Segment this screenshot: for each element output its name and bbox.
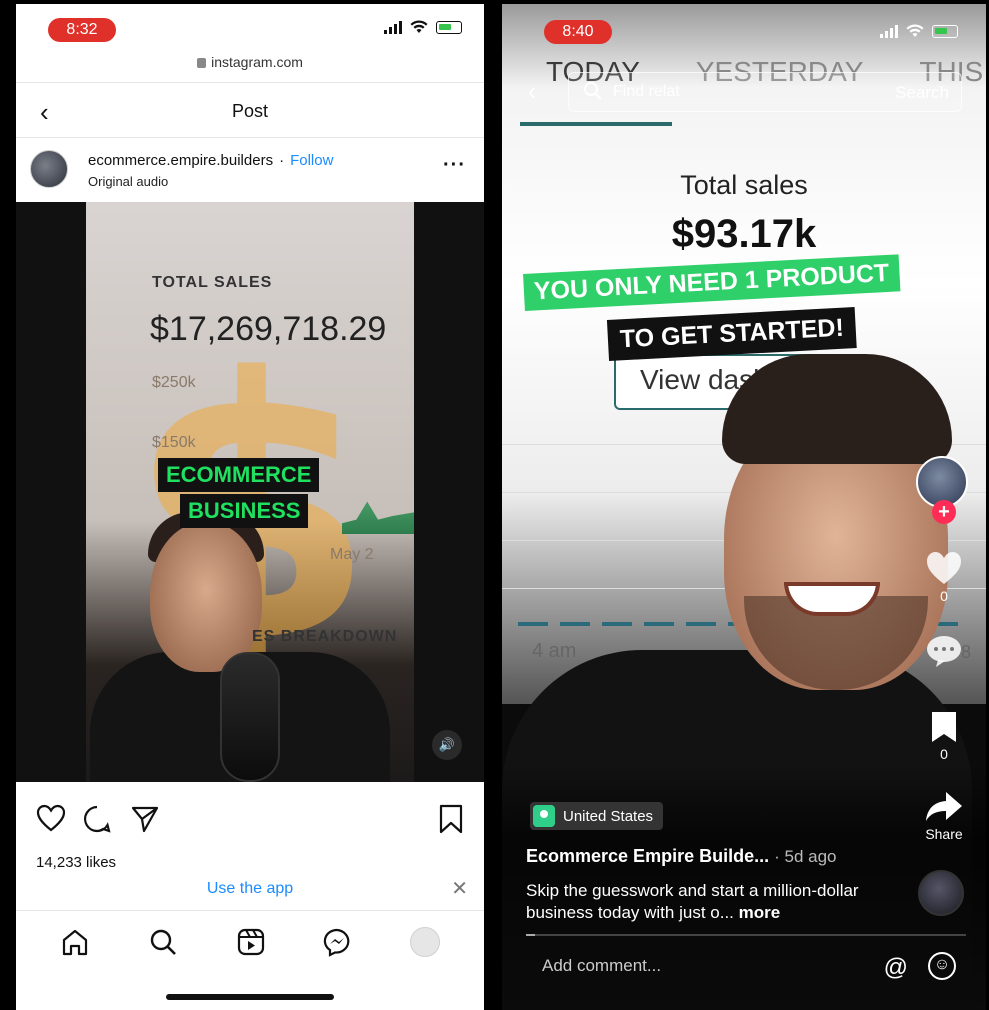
author-line: Ecommerce Empire Builde... · 5d ago	[526, 846, 837, 867]
share-label: Share	[925, 826, 963, 842]
tiktok-screen: TODAY YESTERDAY THIS 8:40 ‹ Find relat Sea…	[502, 4, 986, 1010]
likes-count[interactable]: 14,233 likes	[36, 854, 116, 871]
video-total-value: $17,269,718.29	[150, 310, 387, 348]
close-icon[interactable]: ✕	[451, 876, 468, 901]
more-link[interactable]: more	[739, 903, 781, 922]
caption-line-1: ECOMMERCE	[158, 458, 320, 492]
caption-line-2: BUSINESS	[180, 494, 309, 528]
bottom-nav	[16, 910, 484, 982]
video-description: Skip the guesswork and start a million-d…	[526, 880, 886, 924]
home-icon[interactable]	[60, 927, 90, 957]
post-age: · 5d ago	[774, 847, 837, 866]
mention-icon[interactable]: @	[884, 954, 908, 982]
account-name-line: ecommerce.empire.builders · Follow	[88, 152, 333, 169]
presenter-face	[150, 522, 262, 672]
battery-icon	[436, 20, 462, 34]
tab-underline	[520, 122, 672, 126]
back-icon[interactable]: ‹	[528, 78, 536, 106]
account-row: ecommerce.empire.builders · Follow Origina…	[16, 146, 484, 202]
post-actions	[16, 804, 484, 844]
lock-icon	[197, 58, 207, 68]
sound-icon[interactable]: 🔊	[432, 730, 462, 760]
video-progress-bar[interactable]	[526, 934, 966, 936]
microphone	[220, 652, 280, 782]
use-app-link[interactable]: Use the app	[16, 880, 484, 898]
search-button[interactable]: Search	[895, 83, 949, 103]
status-bar: 8:32	[16, 4, 484, 54]
signal-icon	[384, 20, 402, 34]
music-disc-avatar[interactable]	[918, 870, 964, 916]
search-placeholder: Find relat	[613, 83, 680, 100]
battery-icon	[932, 24, 958, 38]
location-text: United States	[563, 807, 654, 825]
video-frame: $ TOTAL SALES $17,269,718.29 $250k $150k…	[86, 202, 414, 782]
bookmark-icon[interactable]	[924, 710, 964, 744]
search-icon	[584, 82, 602, 100]
system-icons	[880, 24, 958, 38]
search-input[interactable]: Find relat Search	[568, 72, 962, 112]
share-icon[interactable]	[924, 790, 964, 824]
messenger-icon[interactable]	[322, 927, 352, 957]
instagram-screen: 8:32 instagram.com ‹ Post ecommerce.empi…	[16, 4, 484, 1010]
profile-avatar[interactable]	[410, 927, 440, 957]
video-player[interactable]: $ TOTAL SALES $17,269,718.29 $250k $150k…	[16, 202, 484, 782]
status-time: 8:40	[544, 20, 612, 44]
url-text: instagram.com	[211, 54, 303, 70]
video-tick-label: $250k	[152, 374, 196, 391]
follow-plus-icon[interactable]: +	[932, 500, 956, 524]
location-tag[interactable]: United States	[530, 802, 664, 830]
home-indicator	[166, 994, 334, 1000]
reels-icon[interactable]	[236, 927, 266, 957]
system-icons	[384, 20, 462, 34]
page-title: Post	[231, 101, 269, 121]
heart-icon[interactable]	[36, 804, 66, 832]
status-time: 8:32	[48, 18, 116, 42]
video-total-label: TOTAL SALES	[152, 274, 273, 291]
bookmark-icon[interactable]	[438, 804, 464, 834]
more-options-icon[interactable]: ···	[443, 154, 466, 177]
comment-icon[interactable]	[82, 804, 112, 834]
total-sales-value: $93.17k	[671, 212, 817, 256]
avatar[interactable]	[30, 150, 68, 188]
total-sales-label: Total sales	[680, 170, 808, 200]
location-pin-icon	[533, 805, 555, 827]
screenshot-frame: 8:32 instagram.com ‹ Post ecommerce.empi…	[0, 0, 989, 1010]
audio-link[interactable]: Original audio	[88, 174, 168, 189]
username-link[interactable]: ecommerce.empire.builders	[88, 152, 273, 169]
emoji-icon[interactable]: ☺	[928, 952, 956, 980]
like-count: 0	[940, 588, 948, 604]
comment-count: 8	[960, 642, 971, 662]
heart-icon[interactable]	[924, 550, 964, 586]
video-tick-label: $150k	[152, 434, 196, 451]
share-icon[interactable]	[130, 804, 160, 834]
presenter-hair	[722, 354, 952, 464]
signal-icon	[880, 24, 898, 38]
follow-button[interactable]: Follow	[290, 152, 333, 169]
video-progress-fill	[526, 934, 535, 936]
post-header: ‹ Post	[16, 82, 484, 138]
wifi-icon	[410, 20, 428, 33]
wifi-icon	[906, 24, 924, 37]
separator-dot: ·	[279, 152, 285, 169]
author-name[interactable]: Ecommerce Empire Builde...	[526, 846, 769, 866]
comment-input[interactable]: Add comment...	[542, 956, 661, 976]
bookmark-count: 0	[940, 746, 948, 762]
video-breakdown-label: ES BREAKDOWN	[252, 628, 398, 645]
url-bar[interactable]: instagram.com	[16, 54, 484, 70]
search-icon[interactable]	[148, 927, 178, 957]
description-text: Skip the guesswork and start a million-d…	[526, 881, 859, 922]
